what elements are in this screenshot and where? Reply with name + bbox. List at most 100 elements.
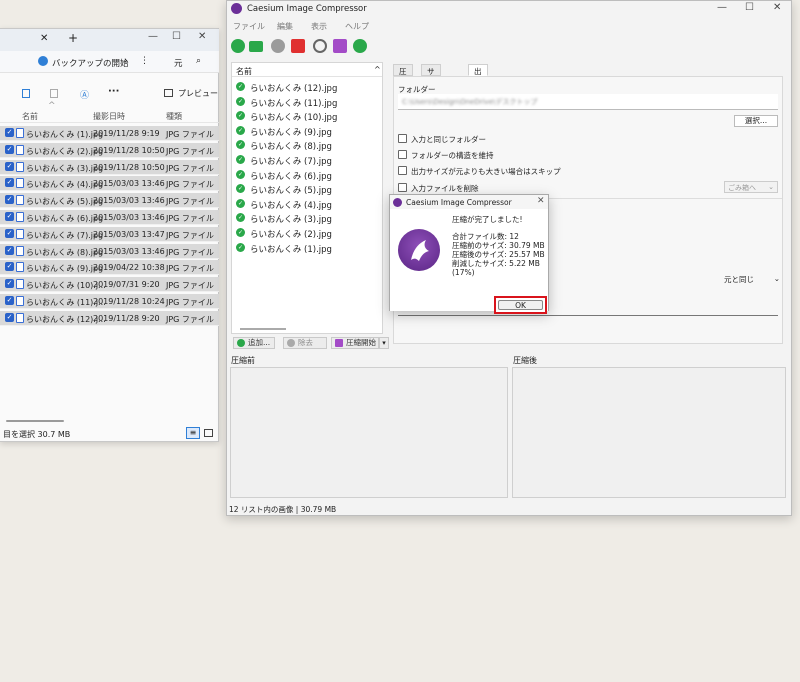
checkbox-unchecked-icon[interactable] [398,183,407,192]
table-row[interactable]: ✓ らいおんくみ (1).jpg 2019/11/28 9:19 JPG ファイル [0,126,219,141]
column-type[interactable]: 種類 [166,111,182,122]
table-row[interactable]: ✓ らいおんくみ (12).j... 2019/11/28 9:20 JPG ファイル [0,310,219,326]
checkbox-checked-icon[interactable]: ✓ [5,228,14,238]
compress-button[interactable]: 圧縮開始 [331,337,379,349]
close-window-icon[interactable]: ✕ [773,2,781,13]
import-icon[interactable] [333,39,347,53]
checkbox-unchecked-icon[interactable] [398,134,407,143]
paste-icon[interactable] [50,89,58,98]
checkbox-unchecked-icon[interactable] [398,150,407,159]
column-name[interactable]: 名前 [22,111,38,122]
new-tab-icon[interactable]: + [68,31,78,45]
tab-output[interactable]: 出力 [468,64,488,87]
checkbox-checked-icon[interactable]: ✓ [5,262,14,272]
column-date[interactable]: 撮影日時 [93,111,125,122]
sort-up-icon[interactable]: ^ [374,65,381,74]
select-folder-button[interactable]: 選択... [734,115,778,127]
tiles-view-icon[interactable] [204,429,213,437]
checkbox-checked-icon[interactable]: ✓ [5,161,14,171]
copy-icon[interactable] [22,89,30,98]
menu-file[interactable]: ファイル [233,21,265,32]
checkbox-checked-icon[interactable]: ✓ [5,195,14,205]
tab-compression[interactable]: 圧縮 [393,64,413,87]
checkbox-checked-icon[interactable]: ✓ [5,178,14,188]
check-circle-icon: ✓ [236,140,245,150]
file-date: 2015/03/03 13:46 [93,213,165,222]
checkbox-checked-icon[interactable]: ✓ [5,245,14,255]
breadcrumb[interactable]: バックアップの開始 [52,57,129,69]
checkbox-checked-icon[interactable]: ✓ [5,144,14,154]
dialog-body: 圧縮が完了しました! 合計ファイル数: 12 圧縮前のサイズ: 30.79 MB… [390,209,548,314]
ok-button[interactable]: OK [498,300,543,310]
more-icon[interactable]: ··· [108,86,119,97]
table-row[interactable]: ✓ らいおんくみ (11).j... 2019/11/28 10:24 JPG ファイ… [0,294,219,309]
list-item-label: らいおんくみ (9).jpg [250,127,332,138]
table-row[interactable]: ✓ らいおんくみ (3).jpg 2019/11/28 10:50 JPG ファイル [0,159,219,175]
checkbox-checked-icon[interactable]: ✓ [5,296,14,305]
checkbox-checked-icon[interactable]: ✓ [5,312,14,322]
close-window-icon[interactable]: ✕ [198,31,206,42]
compress-dropdown-icon[interactable]: ▾ [379,337,389,349]
tab-resize[interactable]: サイズ変更 [421,64,441,120]
file-explorer-window: ✕ + — ☐ ✕ バックアップの開始 › ⋮ 元 ⌕ Ⓐ ··· プレビュー … [0,28,219,442]
horizontal-scrollbar[interactable] [6,420,64,422]
chevron-down-icon: ⌄ [768,183,774,191]
list-item-label: らいおんくみ (11).jpg [250,98,338,109]
clear-list-icon[interactable] [291,39,305,53]
file-list-header: ^ 名前 撮影日時 種類 [0,101,219,123]
checkbox-checked-icon[interactable]: ✓ [5,212,14,221]
table-row[interactable]: ✓ らいおんくみ (5).jpg 2015/03/03 13:46 JPG ファイル [0,193,219,209]
close-dialog-icon[interactable]: ✕ [537,196,545,206]
size-before: 圧縮前のサイズ: 30.79 MB [452,241,545,250]
folder-icon[interactable] [249,41,263,52]
preview-button[interactable]: プレビュー [178,88,218,99]
file-name: らいおんくみ (1).jpg [26,130,104,139]
explorer-tab-bar: ✕ + — ☐ ✕ [0,29,219,51]
add-icon[interactable] [231,39,245,53]
suffix-select[interactable]: 元と同じ ⌄ [724,274,780,288]
table-row[interactable]: ✓ らいおんくみ (6).jpg 2015/03/03 13:46 JPG ファイル [0,210,219,225]
table-row[interactable]: ✓ らいおんくみ (10).j... 2019/07/31 9:20 JPG ファイル [0,277,219,293]
add-button[interactable]: 追加... [233,337,275,349]
rename-icon[interactable]: Ⓐ [80,88,89,101]
caesium-logo-icon [231,3,242,14]
list-horizontal-scrollbar[interactable] [240,328,286,330]
menu-help[interactable]: ヘルプ [345,21,369,32]
image-file-icon [16,161,24,172]
list-header[interactable]: 名前 ^ [232,63,382,77]
menu-view[interactable]: 表示 [311,21,327,32]
details-view-icon[interactable]: ≡ [186,427,200,439]
chevron-down-icon: ⌄ [773,274,780,283]
output-folder-field[interactable]: C:\Users\Design\OneDrive\デスクトップ [398,94,778,110]
menu-edit[interactable]: 編集 [277,21,293,32]
table-row[interactable]: ✓ らいおんくみ (8).jpg 2015/03/03 13:46 JPG ファイル [0,243,219,259]
preview-pane-icon[interactable] [164,89,173,97]
settings-icon[interactable] [353,39,367,53]
minimize-icon[interactable]: — [148,31,158,42]
address-bar[interactable]: バックアップの開始 › ⋮ 元 ⌕ [0,51,219,73]
search-icon[interactable] [313,39,327,53]
maximize-icon[interactable]: ☐ [745,2,754,13]
more-vertical-icon[interactable]: ⋮ [140,56,149,66]
chevron-right-icon[interactable]: › [124,56,128,66]
checkbox-checked-icon[interactable]: ✓ [5,279,14,289]
search-icon[interactable]: ⌕ [196,56,201,66]
minimize-icon[interactable]: — [717,2,727,13]
remove-button[interactable]: 除去 [283,337,327,349]
checkbox-unchecked-icon[interactable] [398,166,407,175]
maximize-icon[interactable]: ☐ [172,31,181,42]
check-circle-icon: ✓ [236,96,245,106]
window-title: Caesium Image Compressor [247,4,367,14]
file-type: JPG ファイル [166,197,214,207]
delete-mode-select[interactable]: ごみ箱へ ⌄ [724,181,778,193]
close-tab-icon[interactable]: ✕ [40,33,48,44]
table-row[interactable]: ✓ らいおんくみ (4).jpg 2015/03/03 13:46 JPG ファイル [0,176,219,192]
table-row[interactable]: ✓ らいおんくみ (2).jpg 2019/11/28 10:50 JPG ファイル [0,142,219,158]
checkbox-checked-icon[interactable]: ✓ [5,128,14,137]
table-row[interactable]: ✓ らいおんくみ (7).jpg 2015/03/03 13:47 JPG ファイル [0,226,219,242]
remove-icon[interactable] [271,39,285,53]
file-type: JPG ファイル [166,130,214,139]
table-row[interactable]: ✓ らいおんくみ (9).jpg 2019/04/22 10:38 JPG ファイル [0,260,219,276]
address-right-text: 元 [174,59,183,69]
after-preview [512,367,786,498]
